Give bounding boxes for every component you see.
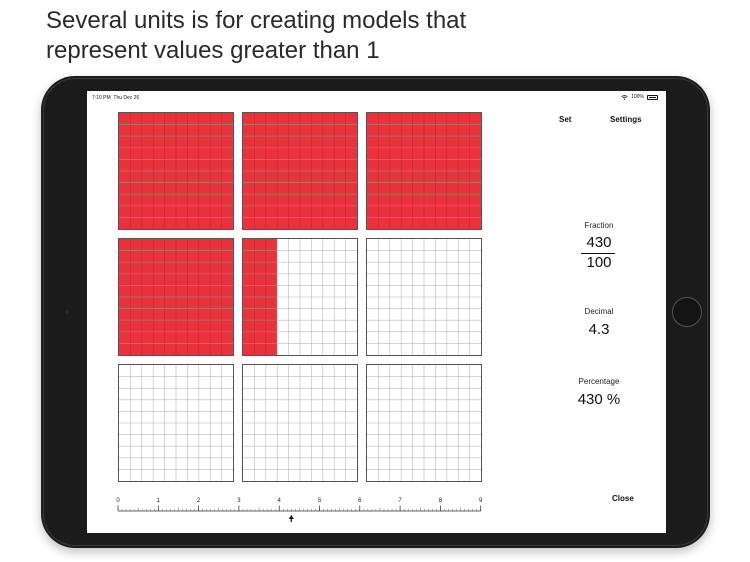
unit-square-8[interactable]: [242, 364, 358, 482]
status-indicators: 100%: [621, 94, 658, 100]
promo-headline: Several units is for creating models tha…: [46, 6, 706, 66]
number-line-label-2: 2: [196, 498, 201, 504]
status-time-date: 7:10 PM Thu Dec 26: [92, 95, 139, 101]
percentage-value: 430 %: [577, 391, 621, 408]
set-button[interactable]: Set: [559, 115, 571, 124]
number-line[interactable]: 0 1 2 3 4 5 6 7 8 9: [114, 498, 486, 523]
unit-square-7[interactable]: [118, 364, 234, 482]
battery-icon: [647, 94, 658, 100]
status-time: 7:10 PM: [92, 95, 111, 101]
unit-square-1[interactable]: [118, 112, 234, 230]
unit-square-3[interactable]: [366, 112, 482, 230]
fraction-label: Fraction: [584, 221, 614, 230]
decimal-label: Decimal: [584, 307, 614, 316]
unit-square-9[interactable]: [366, 364, 482, 482]
front-camera: [65, 310, 69, 314]
unit-square-2[interactable]: [242, 112, 358, 230]
wifi-icon: [621, 94, 628, 100]
unit-square-5[interactable]: [242, 238, 358, 356]
number-line-label-0: 0: [116, 498, 120, 504]
number-line-label-9: 9: [479, 498, 483, 504]
number-line-label-3: 3: [237, 498, 241, 504]
headline-line-1: Several units is for creating models tha…: [46, 7, 467, 34]
status-bar: 7:10 PM Thu Dec 26 100%: [87, 91, 666, 103]
home-button[interactable]: [672, 297, 702, 327]
number-line-label-6: 6: [358, 498, 362, 504]
fraction-numerator: 430: [586, 234, 612, 251]
status-date: Thu Dec 26: [113, 95, 140, 101]
number-line-label-5: 5: [317, 498, 322, 504]
headline-line-2: represent values greater than 1: [46, 37, 380, 64]
unit-square-4[interactable]: [118, 238, 234, 356]
decimal-value: 4.3: [588, 321, 610, 338]
percentage-label: Percentage: [578, 377, 620, 386]
number-line-label-1: 1: [156, 498, 160, 504]
app-screen: 7:10 PM Thu Dec 26 100% Set Settings Fra…: [87, 91, 666, 533]
settings-button[interactable]: Settings: [610, 115, 642, 124]
fraction-denominator: 100: [586, 254, 612, 271]
arrow-up-icon: [288, 515, 294, 522]
number-line-label-8: 8: [438, 498, 443, 504]
number-line-label-7: 7: [398, 498, 402, 504]
number-line-ticks: [117, 505, 482, 522]
unit-square-6[interactable]: [366, 238, 482, 356]
battery-percent: 100%: [631, 94, 644, 100]
number-line-label-4: 4: [277, 498, 281, 504]
close-button[interactable]: Close: [612, 494, 634, 503]
